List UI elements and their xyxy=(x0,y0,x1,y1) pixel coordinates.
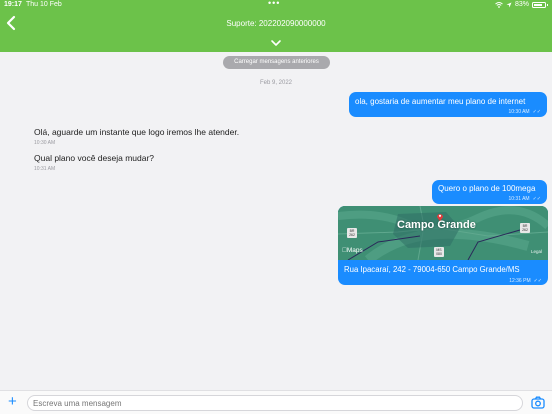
message-text: ola, gostaria de aumentar meu plano de i… xyxy=(355,97,526,106)
battery-fill xyxy=(534,3,543,6)
message-text: Qual plano você deseja mudar? xyxy=(34,153,155,163)
message-meta: 12:36 PM ✓✓ xyxy=(509,278,542,284)
battery-percent: 83% xyxy=(514,1,529,8)
location-address: Rua Ipacaraí, 242 - 79004-650 Campo Gran… xyxy=(344,265,520,274)
load-previous-messages-button[interactable]: Carregar mensagens anteriores xyxy=(223,56,330,69)
read-ticks-icon: ✓✓ xyxy=(532,109,541,115)
message-text: Quero o plano de 100mega xyxy=(438,184,536,193)
chevron-down-icon[interactable] xyxy=(269,38,283,48)
multitasking-dots[interactable]: ••• xyxy=(268,0,280,8)
maps-label: Maps xyxy=(342,247,363,254)
map-preview[interactable]: BR 262 BR 262 MS 080 Campo Grande Maps … xyxy=(338,206,548,260)
message-meta: 10:30 AM ✓✓ xyxy=(508,109,541,115)
message-input[interactable] xyxy=(27,395,523,411)
composer-bar: + xyxy=(0,390,552,414)
road-shield: MS 080 xyxy=(434,247,444,257)
message-time: 12:36 PM xyxy=(509,278,531,284)
message-time: 10:30 AM xyxy=(508,109,530,115)
wifi-icon xyxy=(495,1,503,8)
message-time: 10:31 AM xyxy=(508,196,530,202)
read-ticks-icon: ✓✓ xyxy=(532,196,541,202)
map-legal-link[interactable]: Legal xyxy=(531,249,542,254)
battery-icon xyxy=(532,1,548,8)
incoming-message[interactable]: Qual plano você deseja mudar? 10:31 AM xyxy=(34,153,154,172)
message-time: 10:31 AM xyxy=(34,166,56,172)
message-meta: 10:31 AM ✓✓ xyxy=(508,196,541,202)
outgoing-message[interactable]: Quero o plano de 100mega 10:31 AM ✓✓ xyxy=(432,180,547,204)
location-icon xyxy=(506,2,512,7)
message-time: 10:30 AM xyxy=(34,140,56,146)
apple-maps-logo: Maps xyxy=(342,247,363,254)
road-shield: BR 262 xyxy=(347,228,357,238)
location-message[interactable]: BR 262 BR 262 MS 080 Campo Grande Maps … xyxy=(338,206,548,285)
message-text: Olá, aguarde um instante que logo iremos… xyxy=(34,127,240,137)
date-separator: Feb 9, 2022 xyxy=(259,80,293,86)
outgoing-message[interactable]: ola, gostaria de aumentar meu plano de i… xyxy=(349,92,547,117)
camera-icon[interactable] xyxy=(531,396,545,409)
status-bar: 19:17 Thu 10 Feb ••• 83% xyxy=(0,0,552,11)
status-date: Thu 10 Feb xyxy=(26,1,62,8)
status-time: 19:17 xyxy=(4,1,22,8)
map-city-label: Campo Grande xyxy=(397,219,476,231)
add-attachment-icon[interactable]: + xyxy=(8,394,17,409)
status-right: 83% xyxy=(495,1,548,8)
incoming-message[interactable]: Olá, aguarde um instante que logo iremos… xyxy=(34,127,239,146)
chat-header: Suporte: 202202090000000 xyxy=(0,11,552,52)
road-shield: BR 262 xyxy=(520,223,530,233)
read-ticks-icon: ✓✓ xyxy=(533,278,542,284)
chat-title: Suporte: 202202090000000 xyxy=(226,19,326,28)
